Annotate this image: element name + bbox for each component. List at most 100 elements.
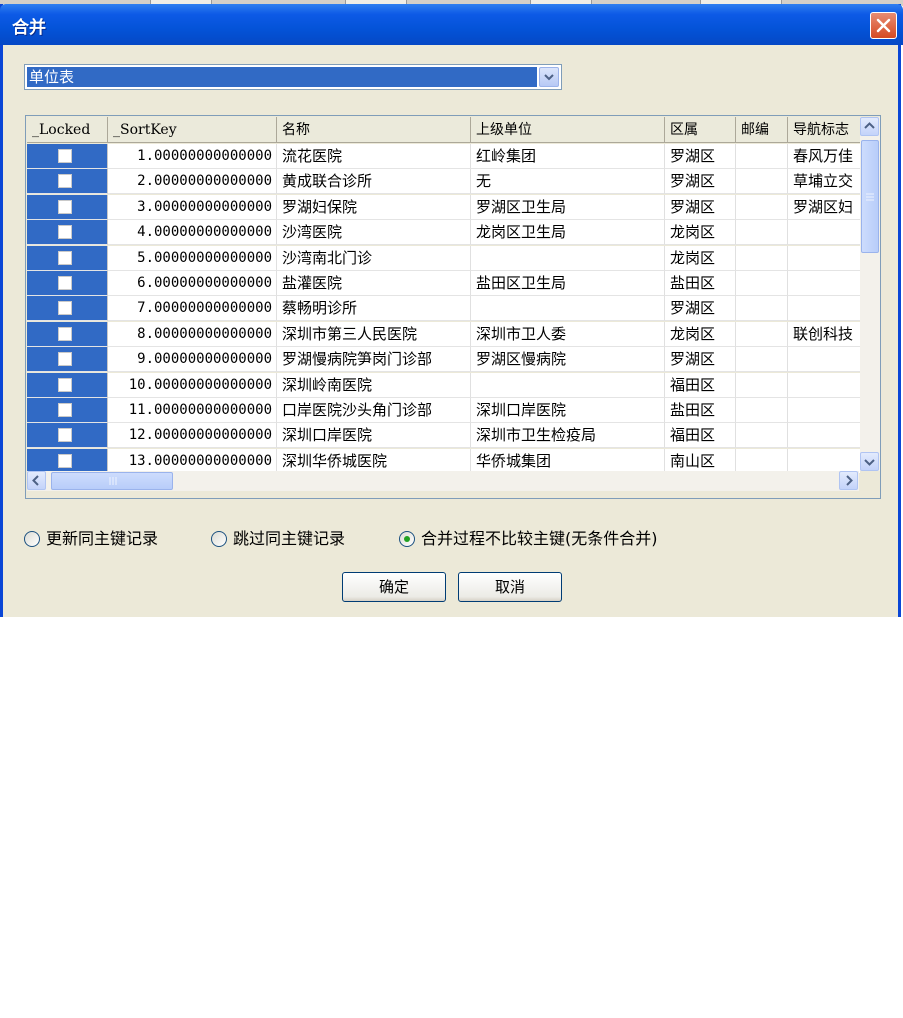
column-header[interactable]: 上级单位 [471, 117, 665, 143]
locked-checkbox[interactable] [58, 453, 72, 468]
cell-sortkey[interactable]: 12.00000000000000 [108, 423, 277, 449]
locked-checkbox[interactable] [58, 326, 72, 341]
cell-parent[interactable]: 龙岗区卫生局 [471, 220, 665, 246]
cell-district[interactable]: 罗湖区 [665, 194, 736, 220]
cell-parent[interactable] [471, 245, 665, 271]
cell-sortkey[interactable]: 6.00000000000000 [108, 271, 277, 296]
cell-name[interactable]: 深圳口岸医院 [277, 423, 471, 449]
cell-zip[interactable] [736, 220, 788, 246]
cell-parent[interactable] [471, 372, 665, 398]
locked-checkbox[interactable] [58, 174, 72, 189]
locked-cell[interactable] [27, 398, 108, 423]
locked-cell[interactable] [27, 423, 108, 449]
cell-sortkey[interactable]: 5.00000000000000 [108, 245, 277, 271]
cell-sortkey[interactable]: 7.00000000000000 [108, 296, 277, 322]
cell-sortkey[interactable]: 8.00000000000000 [108, 321, 277, 347]
cell-nav[interactable] [788, 220, 862, 246]
cell-sortkey[interactable]: 2.00000000000000 [108, 169, 277, 195]
scroll-left-button[interactable] [27, 471, 46, 490]
cell-district[interactable]: 罗湖区 [665, 144, 736, 169]
cell-zip[interactable] [736, 423, 788, 449]
locked-checkbox[interactable] [58, 199, 72, 214]
cell-zip[interactable] [736, 144, 788, 169]
locked-checkbox[interactable] [58, 276, 72, 290]
radio-circle-icon[interactable] [211, 531, 227, 547]
cell-district[interactable]: 罗湖区 [665, 296, 736, 322]
title-bar[interactable]: 合并 [0, 4, 903, 45]
column-header[interactable]: _Locked [27, 117, 108, 143]
cell-parent[interactable]: 罗湖区卫生局 [471, 194, 665, 220]
vertical-scroll-thumb[interactable] [861, 140, 879, 253]
cell-district[interactable]: 龙岗区 [665, 321, 736, 347]
cell-name[interactable]: 流花医院 [277, 144, 471, 169]
cell-district[interactable]: 盐田区 [665, 398, 736, 423]
cell-nav[interactable] [788, 372, 862, 398]
ok-button[interactable]: 确定 [342, 572, 446, 602]
locked-checkbox[interactable] [58, 225, 72, 240]
cell-zip[interactable] [736, 347, 788, 373]
locked-checkbox[interactable] [58, 250, 72, 265]
scroll-right-button[interactable] [839, 471, 858, 490]
cell-district[interactable]: 盐田区 [665, 271, 736, 296]
locked-cell[interactable] [27, 220, 108, 246]
radio-selected-icon[interactable] [399, 531, 415, 547]
column-header[interactable]: 邮编 [736, 117, 788, 143]
cell-zip[interactable] [736, 321, 788, 347]
locked-cell[interactable] [27, 245, 108, 271]
cell-sortkey[interactable]: 9.00000000000000 [108, 347, 277, 373]
locked-cell[interactable] [27, 271, 108, 296]
cell-nav[interactable] [788, 245, 862, 271]
cell-parent[interactable] [471, 296, 665, 322]
locked-cell[interactable] [27, 347, 108, 373]
cell-name[interactable]: 盐灌医院 [277, 271, 471, 296]
cell-zip[interactable] [736, 271, 788, 296]
cell-name[interactable]: 沙湾南北门诊 [277, 245, 471, 271]
cell-name[interactable]: 沙湾医院 [277, 220, 471, 246]
cell-nav[interactable]: 罗湖区妇 [788, 194, 862, 220]
locked-cell[interactable] [27, 144, 108, 169]
cell-district[interactable]: 罗湖区 [665, 347, 736, 373]
cell-nav[interactable] [788, 398, 862, 423]
cell-nav[interactable]: 草埔立交 [788, 169, 862, 195]
cell-name[interactable]: 深圳市第三人民医院 [277, 321, 471, 347]
cell-district[interactable]: 龙岗区 [665, 245, 736, 271]
cell-sortkey[interactable]: 4.00000000000000 [108, 220, 277, 246]
cell-district[interactable]: 福田区 [665, 372, 736, 398]
column-header[interactable]: 区属 [665, 117, 736, 143]
column-header[interactable]: 导航标志 [788, 117, 862, 143]
cell-name[interactable]: 深圳岭南医院 [277, 372, 471, 398]
cell-zip[interactable] [736, 169, 788, 195]
cell-sortkey[interactable]: 10.00000000000000 [108, 372, 277, 398]
cell-sortkey[interactable]: 3.00000000000000 [108, 194, 277, 220]
locked-checkbox[interactable] [58, 428, 72, 443]
cell-zip[interactable] [736, 245, 788, 271]
cell-district[interactable]: 罗湖区 [665, 169, 736, 195]
cell-zip[interactable] [736, 398, 788, 423]
locked-cell[interactable] [27, 372, 108, 398]
vertical-scrollbar[interactable] [860, 117, 880, 471]
cell-parent[interactable]: 深圳市卫人委 [471, 321, 665, 347]
locked-cell[interactable] [27, 321, 108, 347]
cell-parent[interactable]: 罗湖区慢病院 [471, 347, 665, 373]
horizontal-scroll-thumb[interactable] [51, 472, 173, 490]
locked-cell[interactable] [27, 296, 108, 322]
cell-nav[interactable] [788, 423, 862, 449]
cell-sortkey[interactable]: 1.00000000000000 [108, 144, 277, 169]
radio-circle-icon[interactable] [24, 531, 40, 547]
locked-cell[interactable] [27, 194, 108, 220]
column-header[interactable]: 名称 [277, 117, 471, 143]
data-grid[interactable]: _Locked _SortKey 名称 上级单位 区属 邮编 导航标志 1.00000000… [25, 115, 881, 499]
cell-parent[interactable]: 无 [471, 169, 665, 195]
cell-nav[interactable] [788, 347, 862, 373]
locked-checkbox[interactable] [58, 377, 72, 392]
close-button[interactable] [870, 12, 897, 39]
cell-name[interactable]: 罗湖妇保院 [277, 194, 471, 220]
cell-parent[interactable]: 红岭集团 [471, 144, 665, 169]
table-select-dropdown-button[interactable] [539, 67, 559, 87]
cell-nav[interactable]: 春风万佳 [788, 144, 862, 169]
table-select[interactable]: 单位表 [24, 64, 562, 90]
cell-nav[interactable] [788, 296, 862, 322]
cancel-button[interactable]: 取消 [458, 572, 562, 602]
horizontal-scrollbar[interactable] [27, 471, 859, 491]
cell-zip[interactable] [736, 194, 788, 220]
